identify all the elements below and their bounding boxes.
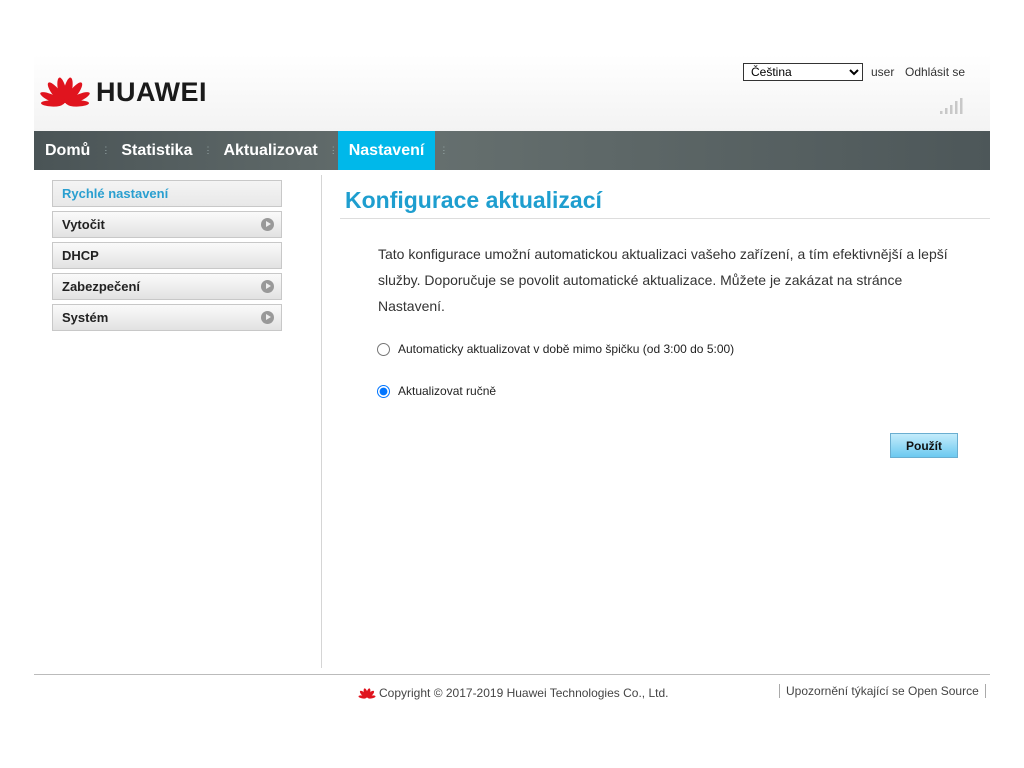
copyright: Copyright © 2017-2019 Huawei Technologie… <box>358 686 668 700</box>
nav-separator: ⋮ <box>439 145 449 155</box>
signal-bars-icon <box>940 98 963 114</box>
logout-link[interactable]: Odhlásit se <box>905 65 965 79</box>
sidebar-item-label: Vytočit <box>62 217 105 232</box>
nav-separator: ⋮ <box>203 145 213 155</box>
nav-statistics[interactable]: Statistika <box>110 131 203 170</box>
huawei-flower-icon <box>358 687 376 699</box>
brand-name: HUAWEI <box>96 76 207 107</box>
sidebar-item-dial[interactable]: Vytočit <box>52 211 282 238</box>
manual-update-radio[interactable] <box>377 384 390 398</box>
open-source-link[interactable]: Upozornění týkající se Open Source <box>779 684 986 698</box>
nav-home[interactable]: Domů <box>34 131 101 170</box>
sidebar-item-dhcp[interactable]: DHCP <box>52 242 282 269</box>
expand-arrow-icon <box>261 311 274 324</box>
divider <box>321 175 322 668</box>
description: Tato konfigurace umožní automatickou akt… <box>378 246 948 314</box>
sidebar-item-security[interactable]: Zabezpečení <box>52 273 282 300</box>
sidebar-item-label: Rychlé nastavení <box>62 186 169 201</box>
nav-separator: ⋮ <box>101 145 111 155</box>
page-title: Konfigurace aktualizací <box>345 187 602 213</box>
huawei-flower-icon <box>40 77 90 107</box>
option-manual-update[interactable]: Aktualizovat ručně <box>377 384 496 398</box>
apply-button[interactable]: Použít <box>890 433 958 458</box>
language-select[interactable]: Čeština <box>743 63 863 81</box>
huawei-logo: HUAWEI <box>40 74 207 110</box>
sidebar-item-label: Zabezpečení <box>62 279 141 294</box>
sidebar-item-label: DHCP <box>62 248 99 263</box>
copyright-text: Copyright © 2017-2019 Huawei Technologie… <box>379 686 669 700</box>
expand-arrow-icon <box>261 280 274 293</box>
nav-update[interactable]: Aktualizovat <box>212 131 328 170</box>
sidebar-item-label: Systém <box>62 310 109 325</box>
expand-arrow-icon <box>261 218 274 231</box>
option-auto-update[interactable]: Automaticky aktualizovat v době mimo špi… <box>377 342 734 356</box>
sidebar-item-quick-setup[interactable]: Rychlé nastavení <box>52 180 282 207</box>
main-nav: Domů ⋮ Statistika ⋮ Aktualizovat ⋮ Nasta… <box>34 131 990 170</box>
sidebar-item-system[interactable]: Systém <box>52 304 282 331</box>
auto-update-radio[interactable] <box>377 342 390 356</box>
nav-settings[interactable]: Nastavení <box>337 131 436 170</box>
nav-separator: ⋮ <box>328 145 338 155</box>
username: user <box>871 65 895 79</box>
option-label: Automaticky aktualizovat v době mimo špi… <box>398 342 735 356</box>
option-label: Aktualizovat ručně <box>398 384 497 398</box>
title-divider <box>340 218 990 219</box>
footer-divider <box>34 674 990 675</box>
